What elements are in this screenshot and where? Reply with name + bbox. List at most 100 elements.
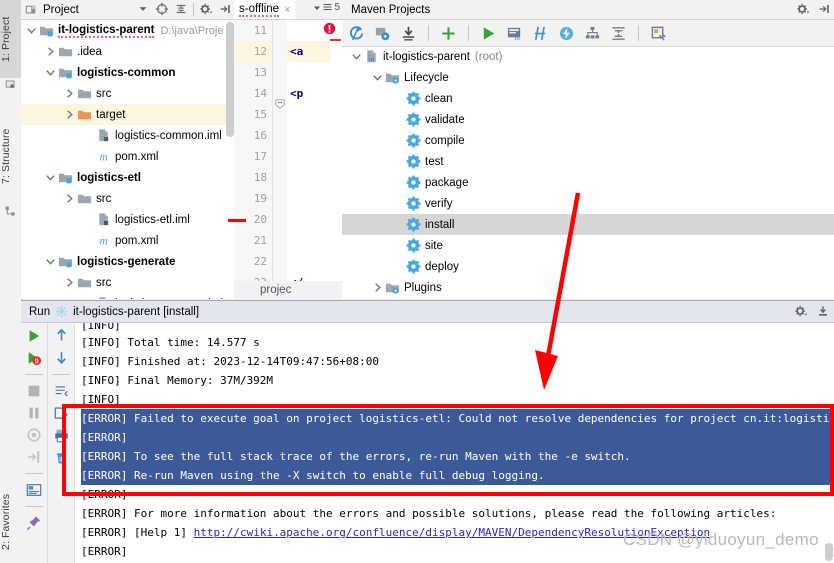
console-icon[interactable]	[26, 482, 42, 498]
maven-tree-node[interactable]: deploy	[342, 256, 834, 277]
scroll-to-end-icon[interactable]	[54, 406, 69, 421]
project-tree-node[interactable]: logistics-common	[21, 62, 234, 83]
project-tree-node-label: target	[96, 108, 126, 121]
run-maven-goal-icon[interactable]: m	[506, 25, 523, 42]
chevron-right-icon[interactable]	[372, 282, 383, 293]
project-tree-node[interactable]: m pom.xml	[21, 146, 234, 167]
maven-tree-node[interactable]: clean	[342, 88, 834, 109]
maven-tree[interactable]: m it-logistics-parent (root) Lifecycle clean…	[342, 46, 834, 299]
generate-sources-icon[interactable]	[374, 25, 391, 42]
project-tree-node[interactable]: target	[21, 104, 234, 125]
chevron-right-icon[interactable]	[64, 277, 75, 288]
editor-fold-column[interactable]	[273, 20, 287, 299]
sidebar-item-structure-label: 7: Structure	[0, 128, 12, 184]
maven-tree-node[interactable]: Lifecycle	[342, 67, 834, 88]
print-icon[interactable]	[54, 428, 69, 443]
chevron-right-icon[interactable]	[45, 46, 56, 57]
pin-icon[interactable]	[26, 515, 42, 531]
add-icon[interactable]	[440, 25, 457, 42]
fold-collapse-icon[interactable]	[275, 99, 285, 109]
maven-tree-node[interactable]: install	[342, 214, 834, 235]
close-icon[interactable]: ×	[284, 4, 290, 16]
project-tree-node[interactable]: it-logistics-parent D:\java\Proje	[21, 20, 234, 41]
maven-tree-node[interactable]: verify	[342, 193, 834, 214]
hide-icon[interactable]	[218, 2, 232, 16]
hide-icon[interactable]	[817, 2, 831, 16]
tab-overflow-count[interactable]: 5	[313, 2, 340, 13]
chevron-down-icon[interactable]	[351, 51, 362, 62]
hide-icon[interactable]	[816, 304, 830, 318]
console-line: [ERROR] Re-run Maven using the -X switch…	[81, 466, 834, 485]
maven-tree-node[interactable]: package	[342, 172, 834, 193]
project-header-icons	[136, 2, 232, 16]
chevron-down-icon[interactable]	[45, 67, 56, 78]
maven-tree-node[interactable]: Plugins	[342, 277, 834, 298]
project-tree-node-label: it-logistics-parent	[58, 23, 155, 38]
chevron-right-icon[interactable]	[64, 193, 75, 204]
chevron-down-icon[interactable]	[45, 256, 56, 267]
project-tree-node[interactable]: logistics-common.iml	[21, 125, 234, 146]
collapse-all-icon[interactable]	[610, 25, 627, 42]
chevron-right-icon[interactable]	[64, 109, 75, 120]
code-token: <a	[290, 45, 304, 58]
maven-tree-node-label: compile	[425, 134, 465, 147]
project-tree-node[interactable]: m pom.xml	[21, 230, 234, 251]
reimport-icon[interactable]	[348, 25, 365, 42]
gear-icon[interactable]	[199, 2, 213, 16]
collapse-all-icon[interactable]	[174, 2, 188, 16]
stop-icon	[28, 385, 40, 397]
sidebar-item-project[interactable]: 1: Project	[0, 0, 21, 78]
maven-tree-node[interactable]: compile	[342, 130, 834, 151]
debug-icon[interactable]: 9	[26, 350, 42, 366]
chevron-right-icon[interactable]	[64, 88, 75, 99]
gear-icon[interactable]	[794, 304, 808, 318]
run-icon[interactable]	[480, 25, 497, 42]
chevron-down-icon[interactable]	[372, 72, 383, 83]
maven-tree-node[interactable]: validate	[342, 109, 834, 130]
maven-goal-icon	[406, 91, 421, 106]
editor-tab[interactable]: s-offline ×	[234, 0, 295, 19]
soft-wrap-icon[interactable]	[54, 384, 69, 399]
clear-all-icon[interactable]	[54, 450, 69, 465]
down-icon[interactable]	[54, 350, 69, 365]
sidebar-item-favorites[interactable]: 2: Favorites	[0, 476, 21, 563]
project-tree-node[interactable]: src	[21, 188, 234, 209]
maven-tree-node[interactable]: mlogistics-common	[342, 298, 834, 299]
project-tree-node-label: src	[96, 87, 112, 100]
editor-error-stripe[interactable]	[323, 20, 342, 299]
download-sources-icon[interactable]	[400, 25, 417, 42]
project-tree-node[interactable]: src	[21, 83, 234, 104]
maven-tree-node[interactable]: site	[342, 235, 834, 256]
gear-icon[interactable]	[796, 2, 810, 16]
execute-icon[interactable]	[558, 25, 575, 42]
toggle-skip-tests-icon[interactable]	[532, 25, 549, 42]
project-tree-node[interactable]: .idea	[21, 41, 234, 62]
show-dependencies-icon[interactable]	[584, 25, 601, 42]
maven-tree-node[interactable]: test	[342, 151, 834, 172]
error-badge-icon[interactable]	[323, 22, 336, 35]
sidebar-item-structure[interactable]: 7: Structure	[0, 108, 21, 204]
rerun-icon[interactable]	[26, 328, 42, 344]
run-console[interactable]: [INFO] [INFO] Total time: 14.577 s [INFO] …	[75, 323, 834, 563]
chevron-down-icon[interactable]	[26, 25, 37, 36]
project-tree[interactable]: it-logistics-parent D:\java\Proje .idea log…	[21, 20, 234, 299]
sidebar-item-project-label: 1: Project	[0, 16, 12, 62]
target-icon[interactable]	[155, 2, 169, 16]
up-icon[interactable]	[54, 328, 69, 343]
chevron-down-icon[interactable]	[136, 2, 150, 16]
chevron-down-icon[interactable]	[45, 172, 56, 183]
console-scrollbar[interactable]	[825, 543, 833, 561]
project-tree-node[interactable]: logistics-etl	[21, 167, 234, 188]
structure-icon	[5, 206, 15, 216]
project-tree-node[interactable]: logistics-generate	[21, 251, 234, 272]
project-tree-node[interactable]: logistics-etl.iml	[21, 209, 234, 230]
watermark: CSDN @yiduoyun_demo	[623, 530, 819, 549]
settings-icon[interactable]	[650, 25, 667, 42]
project-tree-node[interactable]: src	[21, 272, 234, 293]
maven-tree-node[interactable]: m it-logistics-parent (root)	[342, 46, 834, 67]
project-tree-node[interactable]: logistics-generate.iml	[21, 293, 234, 299]
project-tree-scrollbar[interactable]	[226, 22, 234, 137]
